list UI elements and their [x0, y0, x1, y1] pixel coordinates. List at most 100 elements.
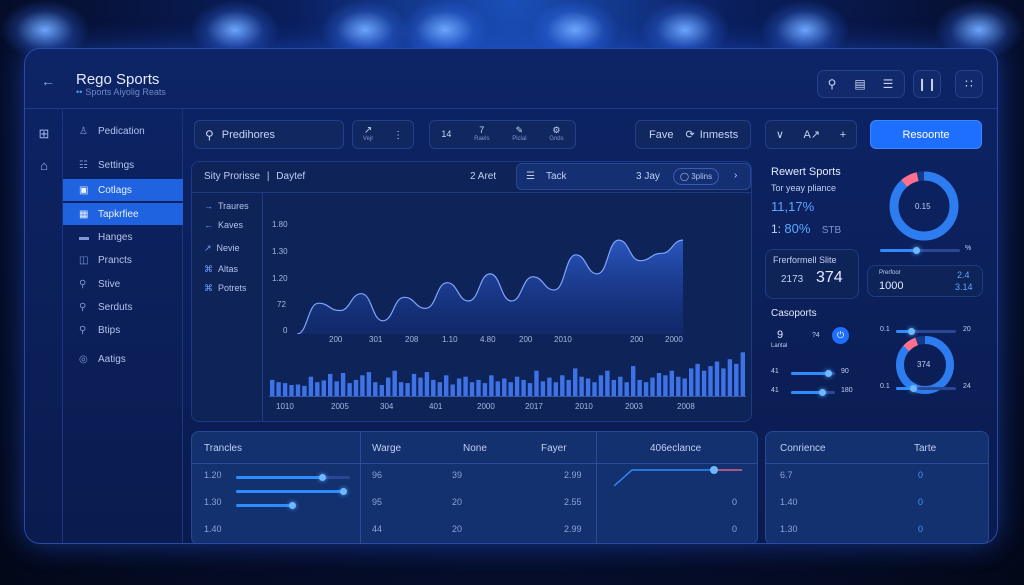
- gear-icon: ⚙: [552, 124, 561, 135]
- bar: [631, 366, 636, 396]
- grid-icon[interactable]: ⊞: [35, 126, 53, 142]
- chart-divider: [262, 193, 263, 422]
- mid-value-3: 3.14: [955, 282, 973, 292]
- person-icon: ♙: [79, 125, 88, 137]
- bar: [379, 385, 384, 396]
- bar: [386, 377, 391, 396]
- bar: [353, 379, 359, 396]
- legend-traures[interactable]: → Traures: [204, 201, 249, 211]
- power-icon[interactable]: ⏻: [832, 327, 849, 344]
- slider-right: 180: [841, 387, 853, 394]
- bar: [308, 376, 314, 396]
- legend-label: Traures: [218, 201, 249, 211]
- chevron-down-icon[interactable]: ∨: [776, 128, 784, 141]
- box-small-value: 2173: [781, 274, 804, 285]
- share-tool[interactable]: ↗ Vejr: [363, 124, 373, 144]
- legend-potrets[interactable]: ⌘ Potrets: [204, 283, 247, 294]
- sparkline-dot: [710, 466, 718, 474]
- library-icon[interactable]: ▤: [846, 77, 874, 91]
- app-title: Rego Sports: [76, 71, 160, 88]
- bar: [289, 385, 294, 396]
- mid-value-2: 2.4: [957, 270, 970, 280]
- badge-text: 3plins: [691, 172, 713, 181]
- nav-item-tapkrfiee[interactable]: ▦ Tapkrfiee: [63, 203, 183, 225]
- search-input[interactable]: Predihores: [222, 129, 275, 141]
- home-icon[interactable]: ⌂: [35, 158, 53, 173]
- slider-right: %: [965, 245, 972, 252]
- nav-item-hanges[interactable]: ▬ Hanges: [63, 226, 183, 248]
- legend-nevie[interactable]: ↗ Nevie: [204, 243, 240, 254]
- cas-number: 9: [777, 329, 784, 341]
- tool-gnds[interactable]: ⚙ Gnds: [549, 124, 563, 144]
- bar: [282, 383, 288, 396]
- back-arrow-icon[interactable]: ←: [41, 73, 55, 89]
- x-tick: 200: [329, 335, 343, 344]
- col-header[interactable]: Trancles: [204, 443, 242, 454]
- bar: [689, 368, 694, 396]
- nav-item-cotlags[interactable]: ▣ Cotlags: [63, 179, 183, 201]
- ai-button[interactable]: A↗: [804, 128, 821, 141]
- subtitle-text: Sports Aiyolig Reats: [85, 87, 166, 97]
- more-tool[interactable]: ⋮: [393, 129, 403, 141]
- nav-item-prancts[interactable]: ◫ Prancts: [63, 249, 183, 271]
- plans-badge[interactable]: ◯ 3plins: [673, 168, 720, 185]
- slider-knob[interactable]: [825, 370, 833, 377]
- col-header[interactable]: 406eclance: [650, 443, 701, 454]
- chevron-right-icon[interactable]: ›: [734, 170, 737, 181]
- cell: 1.20: [204, 470, 222, 480]
- bar-x-tick: 1010: [276, 402, 294, 411]
- slider-fill: [791, 372, 829, 375]
- y-tick: 1.20: [272, 274, 288, 283]
- inmests-button[interactable]: Inmests: [700, 129, 739, 141]
- x-tick: 1.10: [442, 335, 458, 344]
- search-box[interactable]: ⚲ Predihores: [194, 120, 344, 149]
- bar: [618, 376, 623, 396]
- legend-label: Potrets: [218, 283, 247, 293]
- search-icon[interactable]: ⚲: [818, 77, 846, 91]
- legend-kaves[interactable]: ← Kaves: [204, 220, 243, 230]
- nav-label: Btips: [98, 324, 121, 336]
- track-bar[interactable]: ☰ Tack 3 Jay ◯ 3plins ›: [516, 163, 751, 190]
- bar: [270, 379, 275, 396]
- bar: [695, 363, 700, 396]
- legend-altas[interactable]: ⌘ Altas: [204, 264, 238, 275]
- menu-icon[interactable]: ☰: [874, 77, 902, 91]
- col-header[interactable]: Fayer: [541, 443, 567, 454]
- bar: [650, 377, 655, 396]
- tool-14[interactable]: 14: [441, 130, 451, 139]
- nav-item-aatigs[interactable]: ◎ Aatigs: [63, 348, 183, 370]
- slider-knob[interactable]: [818, 389, 826, 396]
- fave-button[interactable]: Fave: [649, 129, 673, 141]
- nav-item-serduts[interactable]: ⚲ Serduts: [63, 296, 183, 318]
- box-title: Frerformell Slite: [773, 255, 837, 265]
- resoonte-button[interactable]: Resoonte: [870, 120, 982, 149]
- nav-item-pedication[interactable]: ♙ Pedication: [63, 120, 183, 142]
- col-header[interactable]: Warge: [372, 443, 401, 454]
- bar: [495, 381, 500, 396]
- tool-icon: ↗: [363, 124, 373, 136]
- slider-knob[interactable]: [909, 385, 917, 392]
- circle-icon: ◎: [79, 353, 88, 365]
- bar: [682, 378, 687, 396]
- tool-piclal[interactable]: ✎ Piclal: [512, 125, 526, 144]
- nav-item-stive[interactable]: ⚲ Stive: [63, 273, 183, 295]
- bar: [360, 375, 365, 396]
- arrow-icon: →: [204, 201, 213, 211]
- slider-knob[interactable]: [913, 247, 920, 254]
- pause-icon: ❙❙: [916, 77, 938, 91]
- nav-item-btips[interactable]: ⚲ Btips: [63, 319, 183, 341]
- bar: [566, 379, 571, 396]
- col-header[interactable]: Tarte: [914, 443, 936, 454]
- row-bar: [236, 504, 292, 507]
- plus-icon[interactable]: +: [840, 129, 846, 141]
- slider-fill: [791, 391, 822, 394]
- nav-item-settings[interactable]: ☷ Settings: [63, 154, 183, 176]
- sparkline: [613, 466, 742, 487]
- col-header[interactable]: Conrience: [780, 443, 826, 454]
- pause-button[interactable]: ❙❙: [913, 70, 941, 98]
- sity-prorisse-label: Sity Prorisse: [204, 171, 261, 182]
- slider-right: 24: [963, 383, 971, 390]
- col-header[interactable]: None: [463, 443, 487, 454]
- grid-button[interactable]: ∷: [955, 70, 983, 98]
- tool-raels[interactable]: 7 Raels: [474, 125, 489, 144]
